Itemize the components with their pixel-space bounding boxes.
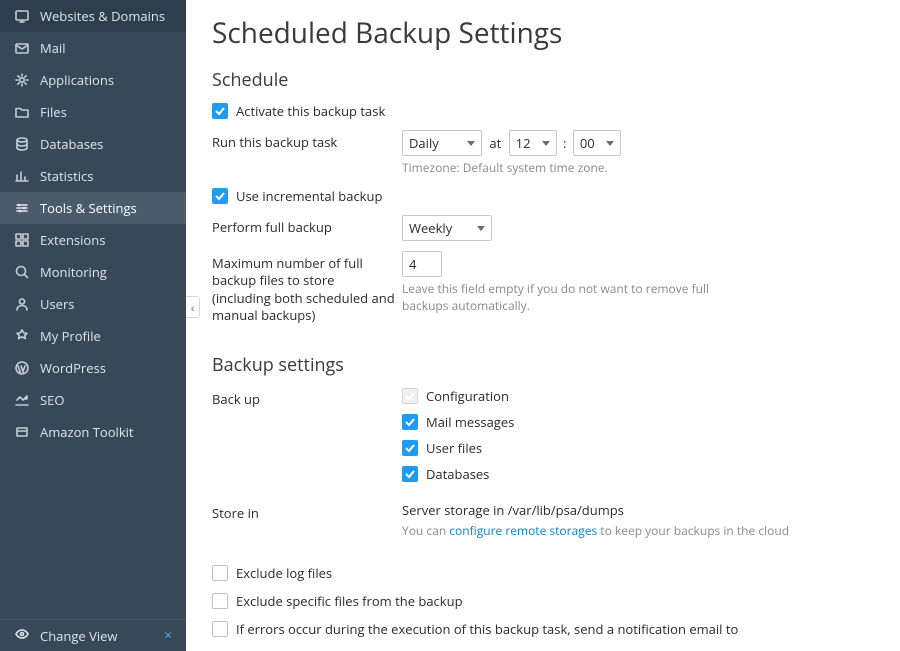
close-icon[interactable]: × bbox=[164, 626, 172, 645]
sidebar-item-statistics[interactable]: Statistics bbox=[0, 160, 186, 192]
frequency-select[interactable]: Daily bbox=[402, 130, 482, 156]
hour-select[interactable]: 12 bbox=[509, 130, 557, 156]
change-view-label: Change View bbox=[40, 627, 118, 645]
backup-item-mail-messages[interactable]: Mail messages bbox=[402, 413, 880, 431]
backup-label: Back up bbox=[212, 387, 402, 409]
checkbox-icon bbox=[212, 621, 228, 637]
store-in-label: Store in bbox=[212, 501, 402, 523]
checkbox-icon bbox=[212, 188, 228, 204]
checkbox-icon bbox=[212, 103, 228, 119]
notify-errors-checkbox[interactable]: If errors occur during the execution of … bbox=[212, 620, 880, 638]
sidebar-item-label: Amazon Toolkit bbox=[40, 423, 134, 441]
configure-remote-storages-link[interactable]: configure remote storages bbox=[449, 522, 597, 539]
sidebar-item-websites-domains[interactable]: Websites & Domains bbox=[0, 0, 186, 32]
sidebar-item-extensions[interactable]: Extensions bbox=[0, 224, 186, 256]
store-hint-post: to keep your backups in the cloud bbox=[597, 522, 789, 539]
checkbox-icon bbox=[402, 440, 418, 456]
sidebar-item-label: Websites & Domains bbox=[40, 7, 165, 25]
store-hint-pre: You can bbox=[402, 522, 449, 539]
sidebar-item-label: My Profile bbox=[40, 327, 101, 345]
sidebar-item-amazon-toolkit[interactable]: Amazon Toolkit bbox=[0, 416, 186, 448]
page-title: Scheduled Backup Settings bbox=[212, 14, 880, 52]
checkbox-icon bbox=[402, 414, 418, 430]
sidebar-item-seo[interactable]: SEO bbox=[0, 384, 186, 416]
checkbox-icon bbox=[212, 565, 228, 581]
max-files-label: Maximum number of full backup files to s… bbox=[212, 251, 402, 325]
store-in-value: Server storage in /var/lib/psa/dumps bbox=[402, 501, 880, 519]
backup-item-databases[interactable]: Databases bbox=[402, 465, 880, 483]
backup-item-label: User files bbox=[426, 439, 482, 457]
users-icon bbox=[14, 296, 30, 312]
checkbox-icon bbox=[402, 388, 418, 404]
sidebar-item-label: Statistics bbox=[40, 167, 93, 185]
sidebar-item-label: Tools & Settings bbox=[40, 199, 137, 217]
notify-errors-label: If errors occur during the execution of … bbox=[236, 620, 738, 638]
sidebar: Websites & Domains Mail Applications Files D… bbox=[0, 0, 186, 651]
folder-icon bbox=[14, 104, 30, 120]
sidebar-item-applications[interactable]: Applications bbox=[0, 64, 186, 96]
incremental-backup-checkbox[interactable]: Use incremental backup bbox=[212, 187, 880, 205]
sidebar-item-databases[interactable]: Databases bbox=[0, 128, 186, 160]
sidebar-item-label: Databases bbox=[40, 135, 103, 153]
exclude-log-checkbox[interactable]: Exclude log files bbox=[212, 564, 880, 582]
backup-item-configuration: Configuration bbox=[402, 387, 880, 405]
checkbox-icon bbox=[212, 593, 228, 609]
checkbox-icon bbox=[402, 466, 418, 482]
seo-icon bbox=[14, 392, 30, 408]
database-icon bbox=[14, 136, 30, 152]
main-content: Scheduled Backup Settings Schedule Activ… bbox=[200, 0, 900, 651]
profile-icon bbox=[14, 328, 30, 344]
exclude-specific-checkbox[interactable]: Exclude specific files from the backup bbox=[212, 592, 880, 610]
sidebar-item-my-profile[interactable]: My Profile bbox=[0, 320, 186, 352]
activate-backup-checkbox[interactable]: Activate this backup task bbox=[212, 102, 880, 120]
perform-full-select[interactable]: Weekly bbox=[402, 215, 492, 241]
at-label: at bbox=[489, 134, 501, 152]
exclude-specific-label: Exclude specific files from the backup bbox=[236, 592, 463, 610]
change-view[interactable]: Change View × bbox=[0, 619, 186, 651]
time-sep: : bbox=[563, 134, 566, 152]
perform-full-label: Perform full backup bbox=[212, 215, 402, 237]
backup-item-user-files[interactable]: User files bbox=[402, 439, 880, 457]
grid-icon bbox=[14, 232, 30, 248]
sidebar-item-mail[interactable]: Mail bbox=[0, 32, 186, 64]
run-task-label: Run this backup task bbox=[212, 130, 402, 152]
backup-item-label: Mail messages bbox=[426, 413, 514, 431]
sidebar-item-label: Monitoring bbox=[40, 263, 107, 281]
monitoring-icon bbox=[14, 264, 30, 280]
max-files-input[interactable] bbox=[402, 251, 442, 277]
stats-icon bbox=[14, 168, 30, 184]
mail-icon bbox=[14, 40, 30, 56]
max-files-hint: Leave this field empty if you do not wan… bbox=[402, 281, 742, 315]
wordpress-icon bbox=[14, 360, 30, 376]
sidebar-item-users[interactable]: Users bbox=[0, 288, 186, 320]
sidebar-item-label: Mail bbox=[40, 39, 65, 57]
schedule-heading: Schedule bbox=[212, 68, 880, 92]
sidebar-item-wordpress[interactable]: WordPress bbox=[0, 352, 186, 384]
backup-item-label: Configuration bbox=[426, 387, 509, 405]
sidebar-item-label: Extensions bbox=[40, 231, 105, 249]
sidebar-item-label: Applications bbox=[40, 71, 114, 89]
sidebar-item-label: WordPress bbox=[40, 359, 106, 377]
exclude-log-label: Exclude log files bbox=[236, 564, 332, 582]
sidebar-item-monitoring[interactable]: Monitoring bbox=[0, 256, 186, 288]
sidebar-collapse-toggle[interactable]: ‹ bbox=[186, 296, 200, 318]
sidebar-item-files[interactable]: Files bbox=[0, 96, 186, 128]
timezone-hint: Timezone: Default system time zone. bbox=[402, 160, 880, 177]
monitor-icon bbox=[14, 8, 30, 24]
activate-backup-label: Activate this backup task bbox=[236, 102, 385, 120]
minute-select[interactable]: 00 bbox=[573, 130, 621, 156]
sidebar-item-label: Files bbox=[40, 103, 67, 121]
sidebar-item-tools-settings[interactable]: Tools & Settings bbox=[0, 192, 186, 224]
backup-item-label: Databases bbox=[426, 465, 489, 483]
sidebar-item-label: Users bbox=[40, 295, 74, 313]
gear-icon bbox=[14, 72, 30, 88]
incremental-backup-label: Use incremental backup bbox=[236, 187, 382, 205]
eye-icon bbox=[14, 626, 30, 646]
backup-settings-heading: Backup settings bbox=[212, 353, 880, 377]
amazon-icon bbox=[14, 424, 30, 440]
sliders-icon bbox=[14, 200, 30, 216]
sidebar-item-label: SEO bbox=[40, 391, 64, 409]
